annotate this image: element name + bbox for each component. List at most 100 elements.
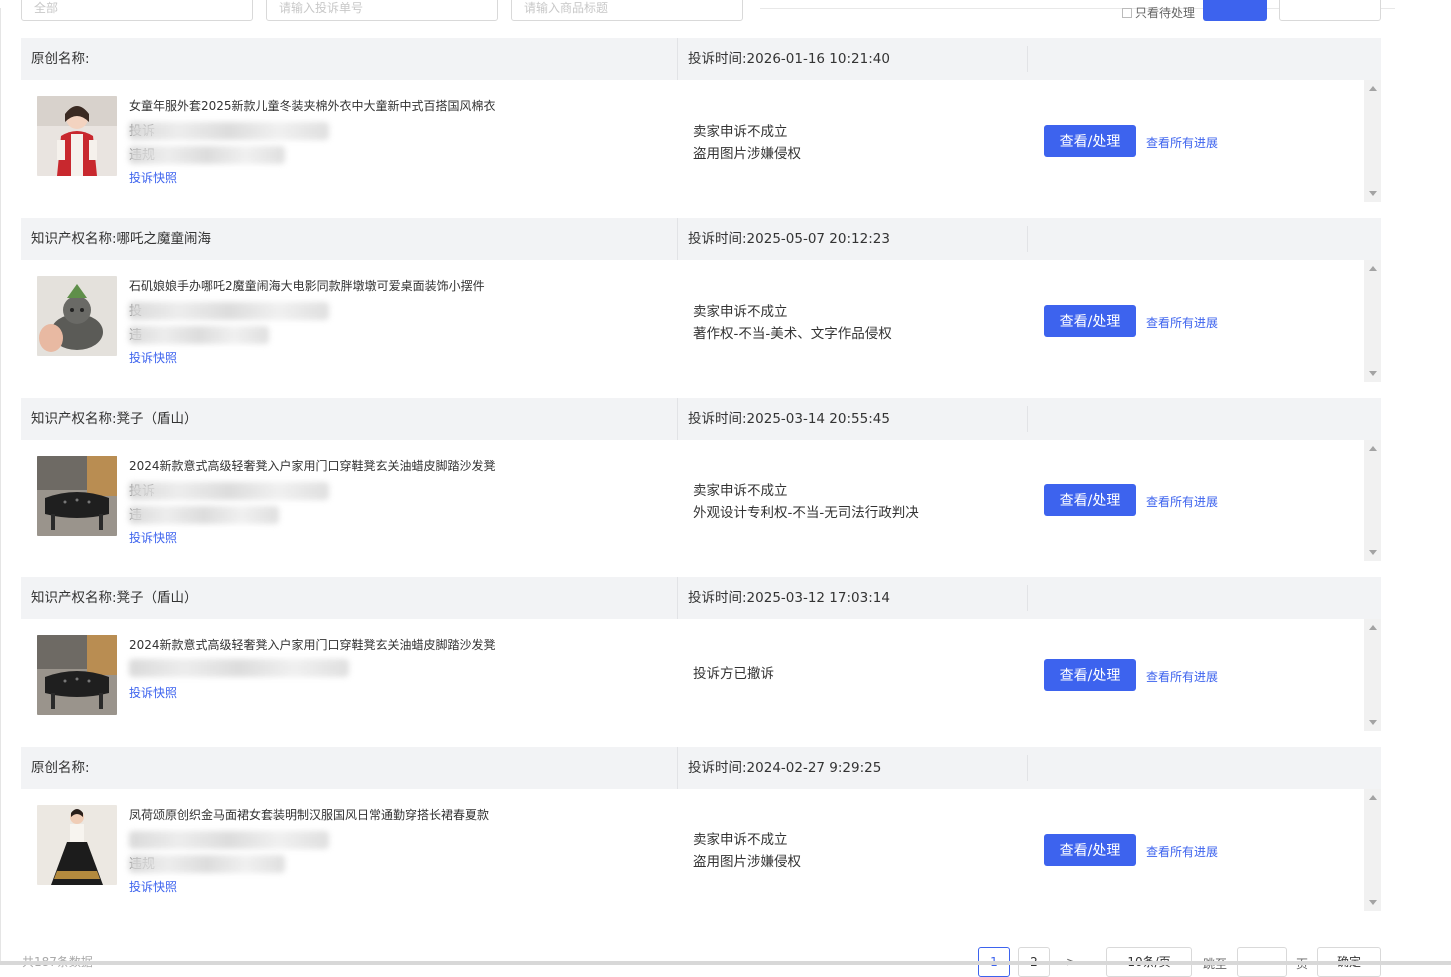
complaint-status: 卖家申诉不成立 著作权-不当-美术、文字作品侵权 [693,301,892,345]
card-body: 2024新款意式高级轻奢凳入户家用门口穿鞋凳玄关油蜡皮脚踏沙发凳 投诉快照 投诉… [21,619,1381,731]
complaint-id-input[interactable]: 请输入投诉单号 [266,0,498,21]
card-scrollbar[interactable] [1364,80,1381,202]
ip-name: 知识产权名称:凳子（盾山） [31,411,198,427]
scroll-up-arrow-icon[interactable] [1369,625,1377,630]
scroll-down-arrow-icon[interactable] [1369,720,1377,725]
complaint-snapshot-link[interactable]: 投诉快照 [129,684,177,701]
status-select[interactable]: 全部 [21,0,253,21]
view-all-progress-link[interactable]: 查看所有进展 [1146,134,1218,151]
complaint-status: 卖家申诉不成立 外观设计专利权-不当-无司法行政判决 [693,480,919,524]
status-result: 卖家申诉不成立 [693,832,788,848]
girl-jacket-image-icon [37,96,117,176]
complaint-time: 投诉时间:2024-02-27 9:29:25 [677,747,881,789]
complaint-time: 投诉时间:2025-05-07 20:12:23 [677,218,890,260]
card-header: 知识产权名称:凳子（盾山） 投诉时间:2025-03-12 17:03:14 [21,577,1381,619]
complaint-card: 知识产权名称:哪吒之魔童闹海 投诉时间:2025-05-07 20:12:23 … [21,218,1381,382]
checkbox-icon [1122,8,1132,18]
complaint-time: 投诉时间:2025-03-12 17:03:14 [677,577,890,619]
card-body: 女童年服外套2025新款儿童冬装夹棉外衣中大童新中式百搭国风棉衣 投诉 违规 投… [21,80,1381,202]
scroll-down-arrow-icon[interactable] [1369,191,1377,196]
card-scrollbar[interactable] [1364,619,1381,731]
scroll-down-arrow-icon[interactable] [1369,550,1377,555]
pending-only-checkbox[interactable]: 只看待处理 [1122,4,1195,21]
product-thumbnail[interactable] [37,276,117,356]
ip-name: 原创名称: [31,51,90,67]
stool-image-icon [37,635,117,715]
complaint-id-placeholder: 请输入投诉单号 [279,1,364,15]
view-process-button[interactable]: 查看/处理 [1044,659,1136,691]
scroll-up-arrow-icon[interactable] [1369,795,1377,800]
complaint-card: 知识产权名称:凳子（盾山） 投诉时间:2025-03-14 20:55:45 2… [21,398,1381,561]
search-button[interactable] [1203,0,1267,21]
stool-image-icon [37,456,117,536]
figurine-image-icon [37,276,117,356]
view-all-progress-link[interactable]: 查看所有进展 [1146,843,1218,860]
skirt-image-icon [37,805,117,885]
view-process-button[interactable]: 查看/处理 [1044,125,1136,157]
product-thumbnail[interactable] [37,805,117,885]
view-all-progress-link[interactable]: 查看所有进展 [1146,668,1218,685]
header-divider [1027,755,1028,781]
redacted-complaint-id [129,302,329,320]
card-scrollbar[interactable] [1364,440,1381,561]
status-reason: 著作权-不当-美术、文字作品侵权 [693,326,892,342]
view-process-button[interactable]: 查看/处理 [1044,305,1136,337]
card-body: 凤荷颂原创织金马面裙女套装明制汉服国风日常通勤穿搭长裙春夏款 违规 投诉快照 卖… [21,789,1381,911]
product-title[interactable]: 女童年服外套2025新款儿童冬装夹棉外衣中大童新中式百搭国风棉衣 [129,97,496,114]
complaint-snapshot-link[interactable]: 投诉快照 [129,529,177,546]
header-divider [1027,406,1028,432]
product-title-placeholder: 请输入商品标题 [524,1,609,15]
complaint-snapshot-link[interactable]: 投诉快照 [129,878,177,895]
scroll-up-arrow-icon[interactable] [1369,86,1377,91]
export-button[interactable] [1279,0,1381,21]
complaint-status: 投诉方已撤诉 [693,663,774,685]
card-scrollbar[interactable] [1364,260,1381,382]
scroll-up-arrow-icon[interactable] [1369,446,1377,451]
card-header: 知识产权名称:凳子（盾山） 投诉时间:2025-03-14 20:55:45 [21,398,1381,440]
complaint-snapshot-link[interactable]: 投诉快照 [129,169,177,186]
header-divider [1027,585,1028,611]
complaint-time: 投诉时间:2026-01-16 10:21:40 [677,38,890,80]
complaint-status: 卖家申诉不成立 盗用图片涉嫌侵权 [693,121,801,165]
complaint-card: 知识产权名称:凳子（盾山） 投诉时间:2025-03-12 17:03:14 2… [21,577,1381,731]
product-title[interactable]: 2024新款意式高级轻奢凳入户家用门口穿鞋凳玄关油蜡皮脚踏沙发凳 [129,636,496,653]
card-header: 原创名称: 投诉时间:2026-01-16 10:21:40 [21,38,1381,80]
status-result: 投诉方已撤诉 [693,666,774,682]
view-process-button[interactable]: 查看/处理 [1044,484,1136,516]
redacted-complaint-id [129,122,329,140]
header-divider [1027,46,1028,72]
product-title-input[interactable]: 请输入商品标题 [511,0,743,21]
complaint-snapshot-link[interactable]: 投诉快照 [129,349,177,366]
product-thumbnail[interactable] [37,456,117,536]
complaint-card: 原创名称: 投诉时间:2024-02-27 9:29:25 凤荷颂原创织金马面裙… [21,747,1381,911]
product-title[interactable]: 2024新款意式高级轻奢凳入户家用门口穿鞋凳玄关油蜡皮脚踏沙发凳 [129,457,496,474]
redacted-violation-info [129,146,285,164]
status-reason: 盗用图片涉嫌侵权 [693,854,801,870]
product-thumbnail[interactable] [37,635,117,715]
view-process-button[interactable]: 查看/处理 [1044,834,1136,866]
ip-name: 原创名称: [31,760,90,776]
complaint-status: 卖家申诉不成立 盗用图片涉嫌侵权 [693,829,801,873]
card-scrollbar[interactable] [1364,789,1381,911]
view-all-progress-link[interactable]: 查看所有进展 [1146,493,1218,510]
taskbar-edge [0,961,1451,965]
scroll-down-arrow-icon[interactable] [1369,371,1377,376]
status-reason: 盗用图片涉嫌侵权 [693,146,801,162]
redacted-violation-info [129,855,285,873]
status-reason: 外观设计专利权-不当-无司法行政判决 [693,505,919,521]
scroll-down-arrow-icon[interactable] [1369,900,1377,905]
product-title[interactable]: 凤荷颂原创织金马面裙女套装明制汉服国风日常通勤穿搭长裙春夏款 [129,806,489,823]
card-header: 知识产权名称:哪吒之魔童闹海 投诉时间:2025-05-07 20:12:23 [21,218,1381,260]
status-result: 卖家申诉不成立 [693,483,788,499]
view-all-progress-link[interactable]: 查看所有进展 [1146,314,1218,331]
product-title[interactable]: 石矶娘娘手办哪吒2魔童闹海大电影同款胖墩墩可爱桌面装饰小摆件 [129,277,485,294]
ip-name: 知识产权名称:哪吒之魔童闹海 [31,231,212,247]
header-divider [1027,226,1028,252]
redacted-complaint-id [129,482,329,500]
product-thumbnail[interactable] [37,96,117,176]
scroll-up-arrow-icon[interactable] [1369,266,1377,271]
status-select-placeholder: 全部 [34,1,59,15]
ip-name: 知识产权名称:凳子（盾山） [31,590,198,606]
complaint-time: 投诉时间:2025-03-14 20:55:45 [677,398,890,440]
redacted-complaint-id [129,659,349,677]
